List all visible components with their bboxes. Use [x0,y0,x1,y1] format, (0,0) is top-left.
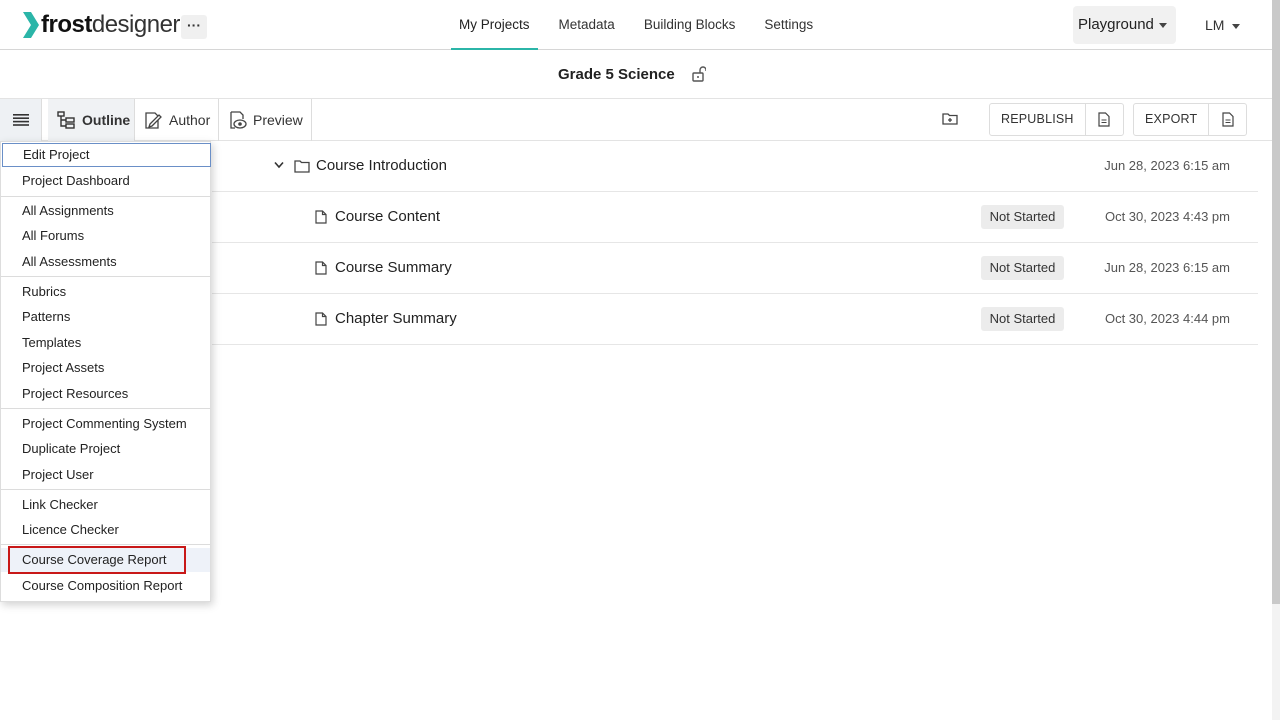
menu-item-edit-project[interactable]: Edit Project [2,143,211,167]
menu-toggle-button[interactable] [0,99,42,141]
menu-item-all-assessments[interactable]: All Assessments [1,250,210,274]
page-icon [315,210,327,224]
outline-item-date: Oct 30, 2023 4:43 pm [1104,209,1230,224]
menu-divider [1,489,210,490]
preview-eye-icon [230,111,247,129]
user-initials: LM [1205,17,1225,33]
outline-item-name: Chapter Summary [335,310,457,327]
hamburger-icon [12,114,29,126]
chevron-down-icon[interactable] [274,161,284,169]
more-options-button[interactable]: ··· [181,15,207,39]
preview-tab[interactable]: Preview [219,99,312,141]
outline-row[interactable]: Course Introduction Jun 28, 2023 6:15 am [212,141,1258,192]
page-icon [315,312,327,326]
top-navigation-bar: frostdesigner ··· My Projects Metadata B… [0,0,1272,50]
outline-item-name: Course Introduction [316,157,447,174]
menu-item-project-dashboard[interactable]: Project Dashboard [1,169,210,193]
republish-button[interactable]: REPUBLISH [990,104,1085,135]
outline-label: Outline [82,112,131,128]
outline-row[interactable]: Course Content Not Started Oct 30, 2023 … [212,192,1258,243]
outline-tab[interactable]: Outline [48,99,135,141]
add-folder-icon[interactable] [942,111,958,127]
menu-item-all-assignments[interactable]: All Assignments [1,199,210,223]
menu-item-templates[interactable]: Templates [1,331,210,355]
menu-item-course-composition-report[interactable]: Course Composition Report [1,574,210,598]
outline-tree-icon [57,111,75,129]
document-icon [1222,112,1234,127]
menu-divider [1,196,210,197]
app-logo[interactable]: frostdesigner [22,11,180,39]
project-actions-menu: Edit Project Project Dashboard All Assig… [0,141,211,602]
project-title-bar: Grade 5 Science [0,51,1272,99]
nav-building-blocks[interactable]: Building Blocks [636,0,744,50]
user-menu[interactable]: LM [1205,6,1241,44]
document-icon [1098,112,1110,127]
status-badge: Not Started [981,205,1064,229]
outline-row[interactable]: Course Summary Not Started Jun 28, 2023 … [212,243,1258,294]
status-badge: Not Started [981,256,1064,280]
menu-item-rubrics[interactable]: Rubrics [1,280,210,304]
page-icon [315,261,327,275]
caret-down-icon [1158,22,1167,28]
export-options-button[interactable] [1208,104,1246,135]
logo-text-bold: frost [41,11,92,38]
menu-divider [1,276,210,277]
outline-item-date: Oct 30, 2023 4:44 pm [1104,311,1230,326]
editor-toolbar: Outline Author Preview REPUBLISH EXPORT [0,99,1272,141]
republish-group: REPUBLISH [989,103,1124,136]
menu-item-patterns[interactable]: Patterns [1,305,210,329]
nav-my-projects[interactable]: My Projects [451,0,538,50]
menu-item-project-commenting-system[interactable]: Project Commenting System [1,412,210,436]
menu-item-project-user[interactable]: Project User [1,463,210,487]
menu-item-link-checker[interactable]: Link Checker [1,493,210,517]
logo-text-light: designer [91,11,181,38]
outline-item-date: Jun 28, 2023 6:15 am [1104,158,1230,173]
unlock-icon[interactable] [692,66,706,82]
outline-item-name: Course Content [335,208,441,225]
nav-metadata[interactable]: Metadata [551,0,623,50]
nav-settings[interactable]: Settings [756,0,821,50]
menu-divider [1,544,210,545]
folder-icon [294,160,310,173]
outline-item-date: Jun 28, 2023 6:15 am [1104,260,1230,275]
workspace-dropdown[interactable]: Playground [1073,6,1176,44]
main-nav: My Projects Metadata Building Blocks Set… [451,0,834,50]
edit-document-icon [145,112,162,129]
menu-item-project-assets[interactable]: Project Assets [1,356,210,380]
menu-item-all-forums[interactable]: All Forums [1,224,210,248]
menu-item-duplicate-project[interactable]: Duplicate Project [1,437,210,461]
logo-chevron-icon [23,12,39,38]
status-badge: Not Started [981,307,1064,331]
menu-item-project-resources[interactable]: Project Resources [1,382,210,406]
project-title: Grade 5 Science [558,66,675,83]
menu-divider [1,408,210,409]
author-label: Author [169,112,211,128]
caret-down-icon [1232,23,1241,29]
export-button[interactable]: EXPORT [1134,104,1208,135]
workspace-label: Playground [1078,16,1154,33]
scrollbar-thumb[interactable] [1272,0,1280,604]
menu-item-licence-checker[interactable]: Licence Checker [1,518,210,542]
outline-row[interactable]: Chapter Summary Not Started Oct 30, 2023… [212,294,1258,345]
export-group: EXPORT [1133,103,1248,136]
menu-item-course-coverage-report[interactable]: Course Coverage Report [1,548,210,572]
author-tab[interactable]: Author [135,99,219,141]
outline-item-name: Course Summary [335,259,452,276]
republish-options-button[interactable] [1084,104,1123,135]
preview-label: Preview [253,112,303,128]
